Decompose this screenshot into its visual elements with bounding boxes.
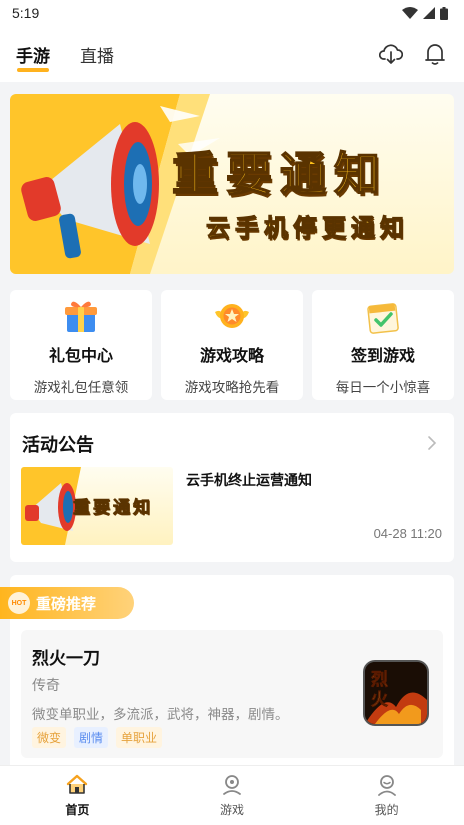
game-item[interactable]: 烈火一刀 传奇 微变单职业，多流派，武将，神器，剧情。 微变 剧情 单职业 烈火 <box>21 630 443 758</box>
nav-home[interactable]: 首页 <box>0 766 155 825</box>
quick-link-desc: 每日一个小惊喜 <box>335 380 431 395</box>
game-icon[interactable]: 烈火 <box>363 660 429 726</box>
hot-icon: HOT <box>8 592 30 614</box>
signal-icon <box>423 7 435 19</box>
recommend-badge-label: 重磅推荐 <box>36 595 97 613</box>
quick-link-desc: 游戏攻略抢先看 <box>184 380 280 395</box>
calendar-check-icon <box>367 303 399 334</box>
status-icons <box>402 6 448 20</box>
nav-actions <box>378 41 448 67</box>
wifi-icon <box>402 7 418 19</box>
quick-links: 礼包中心 游戏礼包任意领 游戏攻略 游戏攻略抢先看 签到游戏 每日一个小惊喜 <box>10 290 454 400</box>
announcement-thumbnail: 重要通知 <box>21 467 173 545</box>
game-genre: 传奇 <box>32 677 60 693</box>
chevron-right-icon[interactable] <box>426 435 438 451</box>
tab-mobile-games[interactable]: 手游 <box>16 42 50 72</box>
gift-center-card[interactable]: 礼包中心 游戏礼包任意领 <box>10 290 152 400</box>
game-tag: 单职业 <box>116 727 163 748</box>
recommend-card: HOT 重磅推荐 烈火一刀 传奇 微变单职业，多流派，武将，神器，剧情。 微变 … <box>0 575 454 775</box>
game-icon-text: 烈火 <box>371 670 389 711</box>
game-tags: 微变 剧情 单职业 <box>32 727 163 748</box>
bottom-nav: 首页 游戏 我的 <box>0 765 464 825</box>
download-button[interactable] <box>378 41 404 67</box>
home-icon <box>67 774 88 794</box>
announcement-thumb-text: 重要通知 <box>73 498 153 519</box>
nav-label: 首页 <box>65 803 90 817</box>
game-tag: 剧情 <box>74 727 109 748</box>
quick-link-desc: 游戏礼包任意领 <box>33 380 129 395</box>
download-icon <box>379 44 403 64</box>
quick-link-title: 游戏攻略 <box>199 348 264 365</box>
tab-live[interactable]: 直播 <box>80 42 114 67</box>
game-description: 微变单职业，多流派，武将，神器，剧情。 <box>32 707 289 722</box>
quick-link-title: 签到游戏 <box>350 348 415 365</box>
announcement-time: 04-28 11:20 <box>373 526 442 541</box>
announcements-title: 活动公告 <box>22 435 94 455</box>
game-tag: 微变 <box>32 727 67 748</box>
nav-games[interactable]: 游戏 <box>155 766 310 825</box>
notification-button[interactable] <box>422 41 448 67</box>
banner-subtitle: 云手机停更通知 <box>206 213 409 243</box>
gamepad-icon <box>223 775 241 795</box>
game-name: 烈火一刀 <box>32 649 100 668</box>
battery-icon <box>440 6 448 20</box>
quick-link-title: 礼包中心 <box>48 348 113 365</box>
game-guide-card[interactable]: 游戏攻略 游戏攻略抢先看 <box>161 290 303 400</box>
status-time: 5:19 <box>12 5 40 21</box>
top-nav: 手游 直播 <box>0 26 464 82</box>
profile-icon <box>377 775 396 796</box>
nav-profile[interactable]: 我的 <box>309 766 464 825</box>
status-bar: 5:19 <box>0 0 464 26</box>
announcement-item-title: 云手机终止运营通知 <box>186 472 312 488</box>
sign-in-card[interactable]: 签到游戏 每日一个小惊喜 <box>312 290 454 400</box>
banner-title: 重要通知 <box>171 146 388 202</box>
star-badge-icon <box>215 304 249 328</box>
bell-icon <box>425 44 445 65</box>
nav-label: 我的 <box>374 803 399 817</box>
recommend-badge: HOT 重磅推荐 <box>0 587 134 619</box>
nav-label: 游戏 <box>220 803 245 817</box>
announcements-card: 活动公告 重要通知 云手机终止运营通知 04-28 11:20 <box>10 413 454 562</box>
gift-icon <box>65 301 97 332</box>
